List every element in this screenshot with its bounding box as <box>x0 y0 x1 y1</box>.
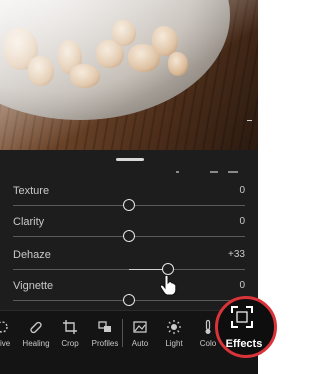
sun-icon <box>167 320 181 334</box>
slider-thumb[interactable] <box>123 199 135 211</box>
slider-dehaze[interactable]: Dehaze +33 <box>13 249 245 281</box>
selective-icon <box>0 321 8 333</box>
tool-label: ctive <box>0 339 11 348</box>
photo-tick-mark <box>247 120 252 121</box>
slider-value: 0 <box>239 185 245 196</box>
slider-value: 0 <box>239 280 245 291</box>
slider-clarity[interactable]: Clarity 0 <box>13 216 245 248</box>
slider-label: Clarity <box>13 216 45 228</box>
auto-icon <box>133 321 147 333</box>
drag-handle[interactable] <box>116 158 144 161</box>
tool-label: Light <box>165 339 183 348</box>
photo-fade-overlay <box>0 0 258 150</box>
tool-auto[interactable]: Auto <box>122 319 158 348</box>
tool-label: Healing <box>22 339 50 348</box>
slider-label: Vignette <box>13 280 54 292</box>
effects-button[interactable]: Effects <box>220 338 268 350</box>
slider-label: Dehaze <box>13 249 51 261</box>
photo-preview[interactable] <box>0 0 258 150</box>
tool-crop[interactable]: Crop <box>52 319 88 348</box>
effects-icon[interactable] <box>229 304 255 330</box>
tool-healing[interactable]: Healing <box>18 319 54 348</box>
bandage-icon <box>30 321 42 334</box>
tool-label: Profiles <box>91 339 119 348</box>
hand-cursor-icon <box>159 274 177 296</box>
tool-light[interactable]: Light <box>156 319 192 348</box>
slider-texture[interactable]: Texture 0 <box>13 185 245 217</box>
slider-value: 0 <box>239 216 245 227</box>
profiles-icon <box>98 321 111 332</box>
slider-label: Texture <box>13 185 50 197</box>
crop-icon <box>63 320 77 334</box>
tool-label: Crop <box>61 339 79 348</box>
slider-thumb[interactable] <box>123 230 135 242</box>
slider-thumb[interactable] <box>123 294 135 306</box>
slider-value: +33 <box>228 249 245 260</box>
tool-profiles[interactable]: Profiles <box>87 319 123 348</box>
thermometer-icon <box>205 319 211 334</box>
tool-label: Auto <box>131 339 149 348</box>
tool-selective[interactable]: ctive <box>0 319 20 348</box>
slider-vignette[interactable]: Vignette 0 <box>13 280 245 312</box>
